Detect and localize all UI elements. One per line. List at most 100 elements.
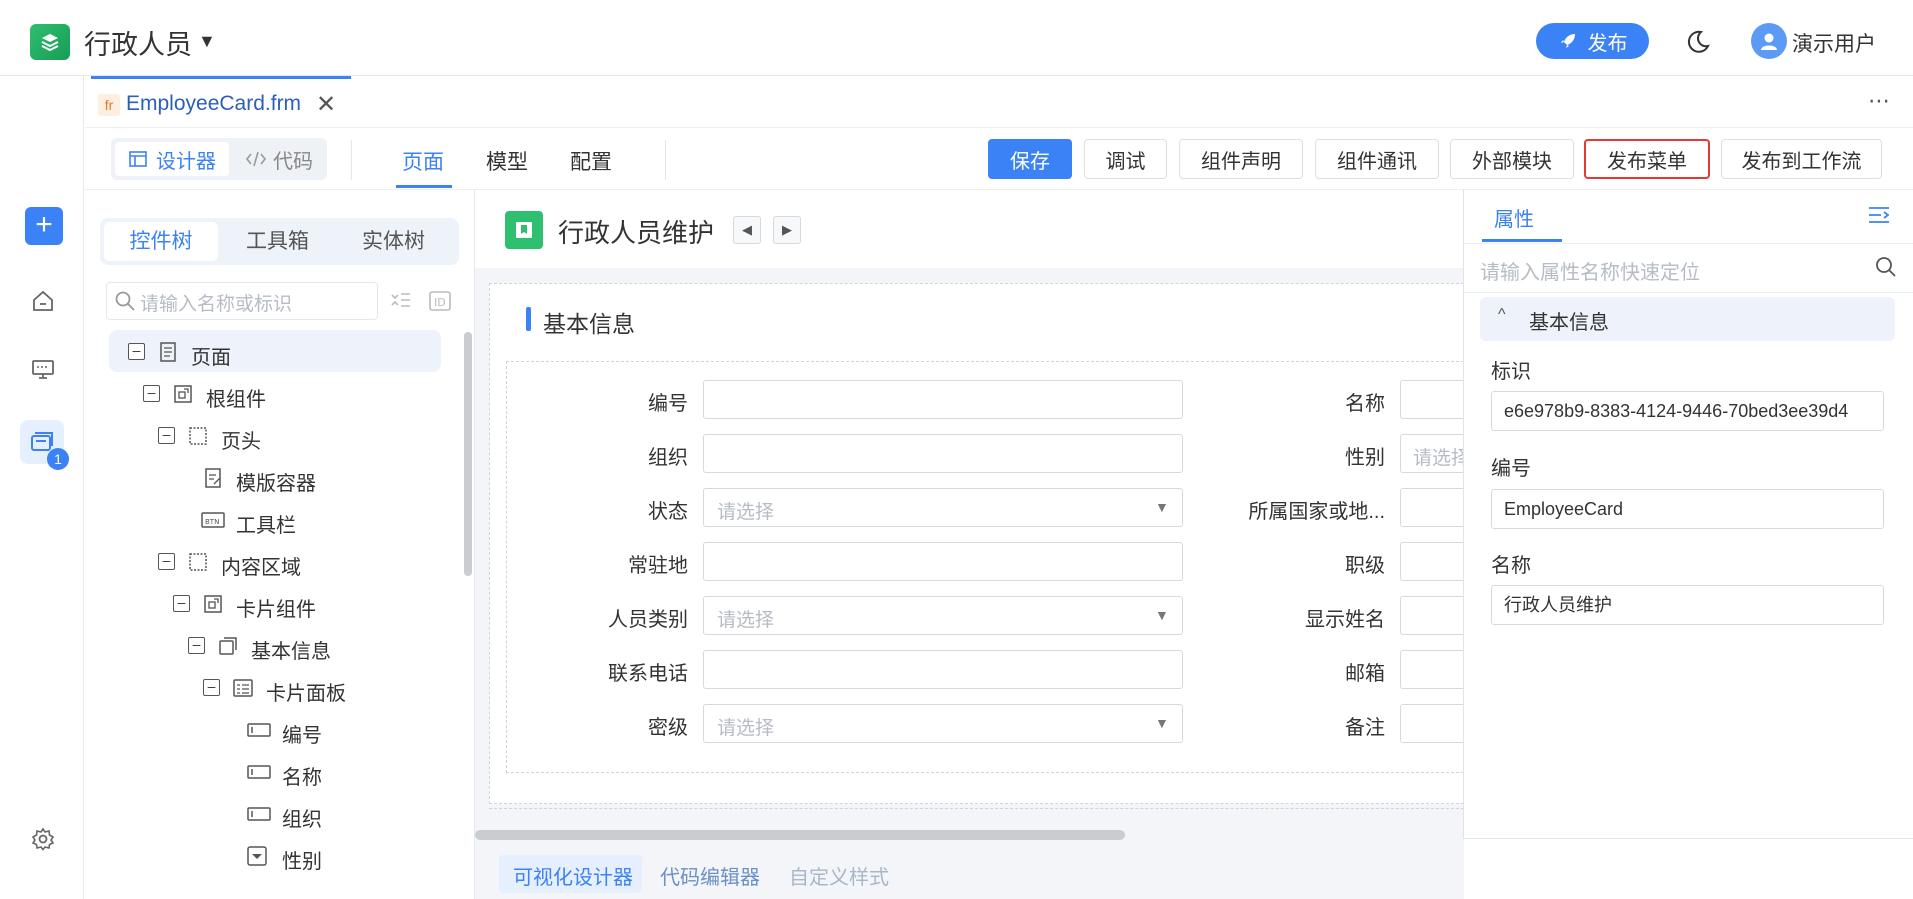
field-input-code[interactable]: [703, 380, 1183, 419]
external-module-button[interactable]: 外部模块: [1450, 139, 1574, 179]
field-select-gender[interactable]: 请选择: [1400, 434, 1470, 473]
toolbar-divider: [665, 140, 666, 180]
prop-label-name: 名称: [1491, 555, 1531, 577]
field-input-name[interactable]: [1400, 380, 1470, 419]
search-icon[interactable]: [1874, 255, 1898, 284]
settings-gear-icon[interactable]: [26, 822, 60, 856]
input-field-icon: [247, 765, 271, 779]
add-icon[interactable]: +: [25, 207, 63, 245]
input-field-icon: [247, 723, 271, 737]
field-input-org[interactable]: [703, 434, 1183, 473]
component-declaration-button[interactable]: 组件声明: [1179, 139, 1303, 179]
dropdown-field-icon: [247, 846, 267, 866]
tab-page[interactable]: 页面: [402, 146, 444, 176]
tab-control-tree[interactable]: 控件树: [104, 222, 218, 261]
prop-label-id: 标识: [1491, 361, 1531, 383]
field-select-security-level[interactable]: [703, 704, 1183, 743]
field-input-email[interactable]: [1400, 650, 1470, 689]
field-label-remark: 备注: [1345, 717, 1385, 739]
prop-input-code[interactable]: EmployeeCard: [1491, 489, 1884, 529]
tree-item-code[interactable]: 编号: [282, 719, 322, 748]
container-icon: [189, 553, 207, 571]
tab-entity-tree[interactable]: 实体树: [362, 222, 425, 261]
tree-item-template-container[interactable]: 模版容器: [236, 467, 316, 496]
dropdown-caret-icon: ▼: [1155, 499, 1169, 515]
dropdown-caret-icon: ▼: [1155, 715, 1169, 731]
tree-item-name[interactable]: 名称: [282, 761, 322, 790]
tree-item-org[interactable]: 组织: [282, 803, 322, 832]
tree-toggle-icon[interactable]: –: [158, 553, 175, 570]
field-input-rank[interactable]: [1400, 542, 1470, 581]
collapse-panel-icon[interactable]: [1866, 202, 1892, 233]
tree-item-content-area[interactable]: 内容区域: [221, 551, 301, 580]
show-id-icon[interactable]: ID: [428, 290, 452, 317]
save-button[interactable]: 保存: [988, 139, 1072, 179]
field-label-display-name: 显示姓名: [1305, 609, 1385, 631]
publish-button[interactable]: 发布: [1536, 23, 1649, 59]
mode-code-label: 代码: [273, 150, 313, 173]
tree-item-toolbar[interactable]: 工具栏: [236, 509, 296, 538]
chevron-up-icon[interactable]: ^: [1498, 306, 1506, 324]
user-name[interactable]: 演示用户: [1792, 28, 1876, 58]
app-switch-caret-icon[interactable]: ▼: [198, 31, 216, 52]
template-container-icon: [205, 468, 221, 488]
component-icon: [174, 385, 192, 403]
tree-item-card-panel[interactable]: 卡片面板: [266, 677, 346, 706]
user-icon: [1761, 33, 1777, 50]
tree-toggle-icon[interactable]: –: [173, 595, 190, 612]
expand-collapse-icon[interactable]: [389, 289, 413, 318]
field-label-code: 编号: [648, 393, 688, 415]
tree-toggle-icon[interactable]: –: [188, 637, 205, 654]
tree-search-placeholder: 请输入名称或标识: [140, 294, 293, 315]
tree-item-gender[interactable]: 性别: [282, 845, 322, 874]
field-input-phone[interactable]: [703, 650, 1183, 689]
user-avatar[interactable]: [1751, 23, 1787, 59]
home-icon[interactable]: [26, 284, 60, 318]
field-input-display-name[interactable]: [1400, 596, 1470, 635]
field-select-status[interactable]: [703, 488, 1183, 527]
field-select-staff-type[interactable]: [703, 596, 1183, 635]
field-label-email: 邮箱: [1345, 663, 1385, 685]
tab-model[interactable]: 模型: [486, 146, 528, 176]
canvas-horizontal-scrollbar[interactable]: [475, 830, 1125, 840]
prev-arrow-icon[interactable]: ◀: [733, 216, 761, 244]
dark-mode-moon-icon[interactable]: [1684, 28, 1712, 56]
card-panel-icon: [233, 679, 253, 697]
more-options-icon[interactable]: ⋯: [1868, 88, 1892, 114]
monitor-icon[interactable]: [26, 352, 60, 386]
tree-scrollbar[interactable]: [464, 332, 472, 576]
tree-item-root-component[interactable]: 根组件: [206, 383, 266, 412]
svg-text:ID: ID: [434, 296, 446, 309]
field-input-remark[interactable]: [1400, 704, 1470, 743]
tab-toolbox[interactable]: 工具箱: [246, 222, 309, 261]
publish-menu-button[interactable]: 发布菜单: [1584, 139, 1710, 179]
mode-designer-button[interactable]: 设计器: [115, 142, 229, 176]
tree-toggle-icon[interactable]: –: [158, 427, 175, 444]
tree-item-header[interactable]: 页头: [221, 425, 261, 454]
tab-properties[interactable]: 属性: [1494, 203, 1534, 232]
tab-custom-style[interactable]: 自定义样式: [789, 861, 889, 890]
tree-toggle-icon[interactable]: –: [143, 385, 160, 402]
field-input-residence[interactable]: [703, 542, 1183, 581]
component-communication-button[interactable]: 组件通讯: [1315, 139, 1439, 179]
tree-toggle-icon[interactable]: –: [128, 343, 145, 360]
tree-toggle-icon[interactable]: –: [203, 679, 220, 696]
tab-visual-designer[interactable]: 可视化设计器: [513, 861, 633, 890]
tree-item-card-component[interactable]: 卡片组件: [236, 593, 316, 622]
next-arrow-icon[interactable]: ▶: [773, 216, 801, 244]
mode-code-button[interactable]: 代码: [234, 142, 324, 176]
tab-code-editor[interactable]: 代码编辑器: [660, 861, 760, 890]
file-tab-name[interactable]: EmployeeCard.frm: [126, 92, 301, 116]
prop-input-id[interactable]: e6e978b9-8383-4124-9446-70bed3ee39d4: [1491, 391, 1884, 431]
debug-button[interactable]: 调试: [1084, 139, 1167, 179]
field-input-country[interactable]: [1400, 488, 1470, 527]
close-tab-icon[interactable]: ✕: [316, 90, 336, 119]
app-title[interactable]: 行政人员: [84, 23, 192, 62]
tab-config[interactable]: 配置: [570, 146, 612, 176]
prop-input-name[interactable]: 行政人员维护: [1491, 585, 1884, 625]
app-logo-icon[interactable]: [30, 24, 70, 60]
publish-to-workflow-button[interactable]: 发布到工作流: [1721, 139, 1882, 179]
next-card-edge: [489, 808, 1464, 818]
tree-item-page[interactable]: 页面: [191, 341, 231, 370]
tree-item-basic-info[interactable]: 基本信息: [251, 635, 331, 664]
